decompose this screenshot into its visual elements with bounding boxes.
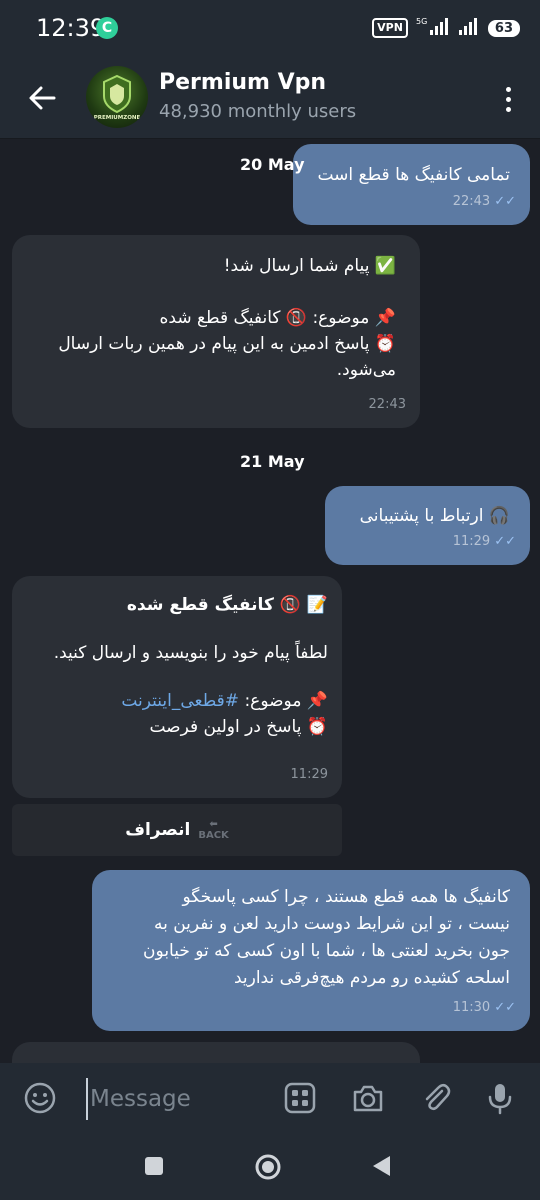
message-text: 🎧 ارتباط با پشتیبانی	[359, 506, 510, 526]
message-line: ✅ پیام شما ارسال شد!	[223, 256, 396, 276]
message-composer	[0, 1063, 540, 1133]
signal-icon: 5G	[416, 16, 450, 40]
vpn-badge: VPN	[372, 18, 408, 38]
message-line: نیست ، تو این شرایط دوست دارید لعن و نفر…	[153, 914, 510, 934]
signal-icon-2	[458, 16, 480, 40]
message-incoming[interactable]: ✅ پیام شما ارسال شد! 📌 موضوع: 📵 کانفیگ ق…	[12, 235, 420, 428]
avatar-logo-text: PREMIUMZONE	[94, 115, 141, 121]
message-meta: 11:30 ✓✓	[453, 995, 516, 1021]
attach-icon[interactable]	[418, 1080, 454, 1116]
system-nav-bar	[0, 1133, 540, 1200]
date-separator: 21 May	[240, 452, 305, 471]
message-meta: 11:29 ✓✓	[453, 529, 516, 555]
message-title: 📝 📵 کانفیگ قطع شده	[126, 595, 328, 615]
message-time: 11:29	[290, 767, 328, 782]
message-time: 11:30	[452, 1000, 491, 1015]
message-line-blank	[18, 666, 328, 688]
status-bar: 12:39 C VPN 5G 63	[0, 0, 540, 58]
back-icon-text: BACK	[198, 830, 229, 841]
recents-button-icon[interactable]	[144, 1156, 164, 1180]
chat-subtitle: 48,930 monthly users	[159, 101, 357, 122]
message-incoming-partial[interactable]	[12, 1042, 420, 1063]
camera-icon[interactable]	[350, 1080, 386, 1116]
message-line-blank	[26, 279, 396, 305]
date-separator: 20 May	[240, 155, 305, 174]
message-list[interactable]: تمامی کانفیگ ها قطع است 22:43 ✓✓ 20 May ✅…	[0, 139, 540, 1063]
message-line: 📌 موضوع: 📵 کانفیگ قطع شده	[159, 308, 396, 328]
message-meta: 22:43 ✓✓	[453, 189, 516, 215]
subject-label: 📌 موضوع:	[239, 691, 328, 711]
back-button-icon[interactable]	[370, 1154, 392, 1182]
bot-menu-icon[interactable]	[282, 1080, 318, 1116]
message-outgoing[interactable]: کانفیگ ها همه قطع هستند ، چرا کسی پاسخگو…	[92, 870, 530, 1031]
message-line: کانفیگ ها همه قطع هستند ، چرا کسی پاسخگو	[182, 887, 511, 907]
emoji-icon[interactable]	[22, 1080, 58, 1116]
message-time: 11:29	[452, 534, 491, 549]
app-notification-icon: C	[96, 17, 118, 39]
battery-indicator: 63	[487, 19, 520, 37]
message-line: 📌 موضوع: #قطعی_اینترنت	[18, 688, 328, 714]
message-line-blank	[18, 618, 328, 640]
message-line: ⏰ پاسخ در اولین فرصت	[149, 717, 328, 737]
home-button-icon[interactable]	[254, 1153, 282, 1185]
message-input[interactable]	[86, 1078, 272, 1120]
microphone-icon[interactable]	[482, 1080, 518, 1116]
read-ticks-icon: ✓✓	[494, 194, 516, 209]
svg-text:5G: 5G	[416, 17, 427, 26]
status-icons: VPN 5G 63	[372, 16, 520, 40]
message-line: می‌شود.	[336, 360, 396, 380]
message-time: 22:43	[452, 194, 491, 209]
message-time: 22:43	[368, 397, 406, 412]
message-text: 📝 📵 کانفیگ قطع شده لطفاً پیام خود را بنو…	[18, 592, 328, 740]
cancel-inline-button[interactable]: انصراف ⬅ BACK	[12, 804, 342, 856]
more-menu-icon[interactable]	[496, 82, 520, 116]
message-outgoing[interactable]: تمامی کانفیگ ها قطع است 22:43 ✓✓	[293, 144, 530, 225]
message-outgoing[interactable]: 🎧 ارتباط با پشتیبانی 11:29 ✓✓	[325, 486, 530, 565]
message-text: تمامی کانفیگ ها قطع است	[317, 165, 510, 185]
status-time: 12:39	[36, 14, 106, 42]
read-ticks-icon: ✓✓	[494, 534, 516, 549]
message-line: جون بخرید لعنتی ها ، شما با اون کسی که ت…	[143, 941, 510, 961]
hashtag-link[interactable]: #قطعی_اینترنت	[121, 691, 239, 711]
cancel-button-label: انصراف	[125, 820, 191, 840]
chat-header: PREMIUMZONE Permium Vpn 48,930 monthly u…	[0, 58, 540, 139]
message-incoming[interactable]: 📝 📵 کانفیگ قطع شده لطفاً پیام خود را بنو…	[12, 576, 342, 798]
chat-title[interactable]: Permium Vpn	[159, 70, 326, 95]
message-line: لطفاً پیام خود را بنویسید و ارسال کنید.	[53, 643, 328, 663]
channel-avatar[interactable]: PREMIUMZONE	[86, 66, 148, 128]
message-text: ✅ پیام شما ارسال شد! 📌 موضوع: 📵 کانفیگ ق…	[26, 253, 396, 383]
message-line: اسلحه کشیده رو مردم هیچ‌فرقی ندارید	[233, 968, 510, 988]
read-ticks-icon: ✓✓	[494, 1000, 516, 1015]
back-icon: ⬅ BACK	[198, 819, 229, 841]
message-line: ⏰ پاسخ ادمین به این پیام در همین ربات ار…	[58, 334, 396, 354]
message-text: کانفیگ ها همه قطع هستند ، چرا کسی پاسخگو…	[100, 884, 510, 992]
back-arrow-icon[interactable]	[24, 80, 60, 116]
